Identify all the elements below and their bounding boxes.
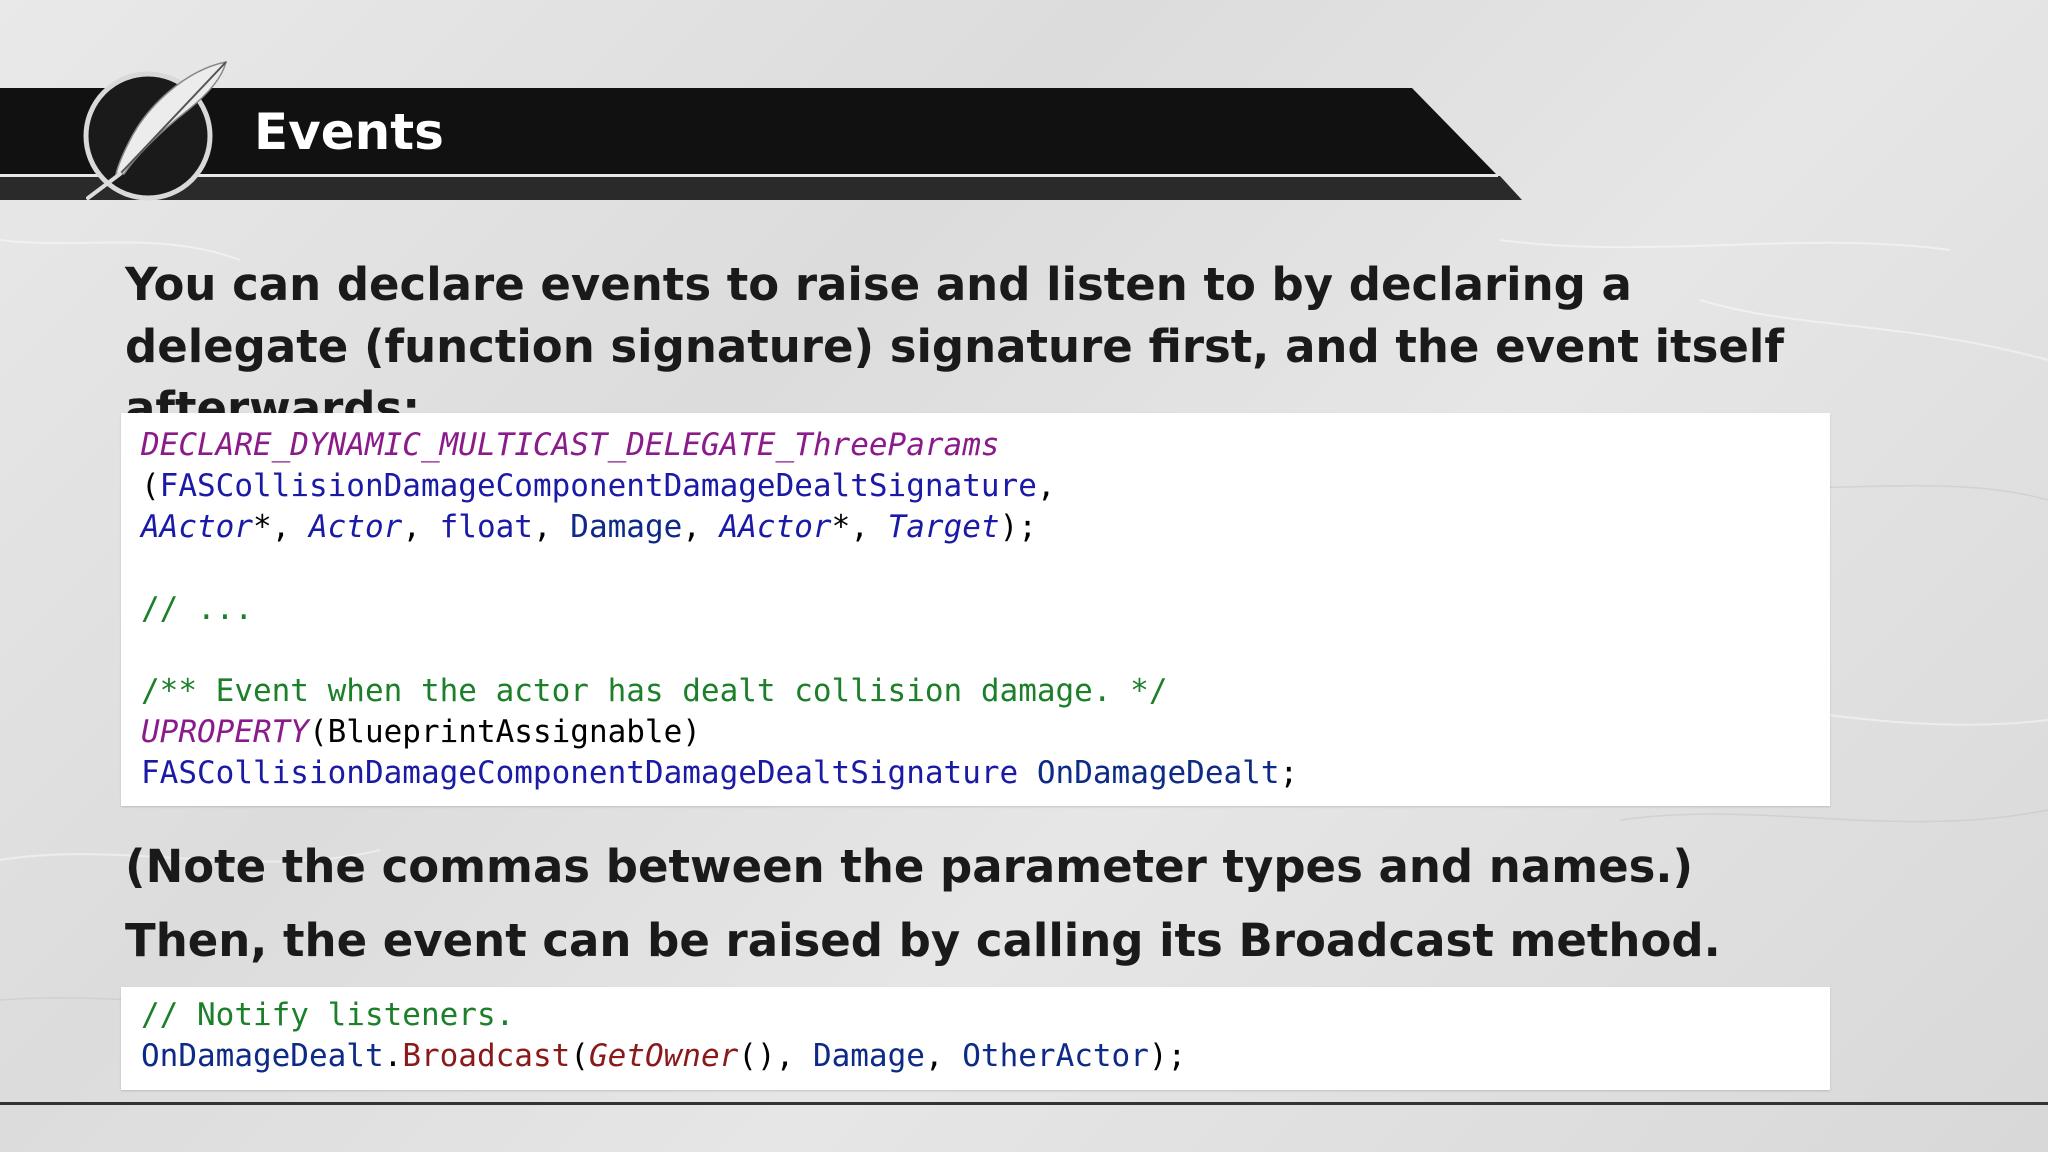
code-param: Target [887, 509, 1000, 545]
feather-quill-icon [83, 61, 228, 201]
code-punct: ( [570, 1038, 589, 1074]
code-punct: , [1036, 468, 1056, 504]
code-punct: *, [831, 509, 888, 545]
code-punct: , [682, 509, 720, 545]
code-line-1: // Notify listeners. [141, 995, 1186, 1036]
code-method: GetOwner [588, 1038, 739, 1074]
code-line-3: AActor*, Actor, float, Damage, AActor*, … [141, 507, 1298, 548]
code-comment: // Notify listeners. [141, 997, 515, 1033]
broadcast-text: Then, the event can be raised by calling… [125, 914, 1721, 967]
code-line-5: // ... [141, 589, 1298, 630]
code-macro: DECLARE_DYNAMIC_MULTICAST_DELEGATE_Three… [141, 427, 1000, 463]
note-text: (Note the commas between the parameter t… [125, 840, 1694, 893]
code-identifier: OnDamageDealt [141, 1038, 384, 1074]
code-macro: UPROPERTY [141, 714, 309, 750]
code-line-9: FASCollisionDamageComponentDamageDealtSi… [141, 753, 1298, 794]
code-punct: ; [1279, 755, 1299, 791]
code-identifier: Damage [812, 1038, 925, 1074]
code-type: AActor [141, 509, 253, 545]
code-punct: , [402, 509, 440, 545]
code-punct: , [532, 509, 571, 545]
code-param: Actor [308, 509, 403, 545]
code-punct: ( [141, 468, 160, 504]
code-punct: , [924, 1038, 963, 1074]
code-param: Damage [570, 509, 683, 545]
code-line-2: (FASCollisionDamageComponentDamageDealtS… [141, 466, 1298, 507]
code-punct: ); [1148, 1038, 1187, 1074]
code-line-7: /** Event when the actor has dealt colli… [141, 671, 1298, 712]
code-line-2: OnDamageDealt.Broadcast(GetOwner(), Dama… [141, 1036, 1186, 1077]
code-args: (BlueprintAssignable) [308, 714, 701, 750]
code-lines: DECLARE_DYNAMIC_MULTICAST_DELEGATE_Three… [141, 425, 1298, 794]
code-block-delegate: DECLARE_DYNAMIC_MULTICAST_DELEGATE_Three… [121, 413, 1830, 806]
code-type: AActor [719, 509, 832, 545]
footer-divider [0, 1102, 2048, 1105]
code-comment: // ... [141, 591, 253, 627]
code-block-broadcast: // Notify listeners. OnDamageDealt.Broadc… [121, 987, 1830, 1090]
code-punct: ); [999, 509, 1037, 545]
code-type: FASCollisionDamageComponentDamageDealtSi… [159, 468, 1037, 504]
code-keyword: float [439, 509, 533, 545]
code-comment: /** Event when the actor has dealt colli… [141, 673, 1168, 709]
code-method: Broadcast [402, 1038, 571, 1074]
code-line-8: UPROPERTY(BlueprintAssignable) [141, 712, 1298, 753]
code-line-1: DECLARE_DYNAMIC_MULTICAST_DELEGATE_Three… [141, 425, 1298, 466]
code-punct: *, [252, 509, 309, 545]
code-punct: (), [738, 1038, 813, 1074]
code-lines: // Notify listeners. OnDamageDealt.Broadc… [141, 995, 1186, 1077]
code-identifier: OnDamageDealt [1036, 755, 1280, 791]
code-punct: . [383, 1038, 403, 1074]
slide-title: Events [254, 103, 444, 161]
code-identifier: OtherActor [962, 1038, 1149, 1074]
code-type: FASCollisionDamageComponentDamageDealtSi… [141, 755, 1019, 791]
